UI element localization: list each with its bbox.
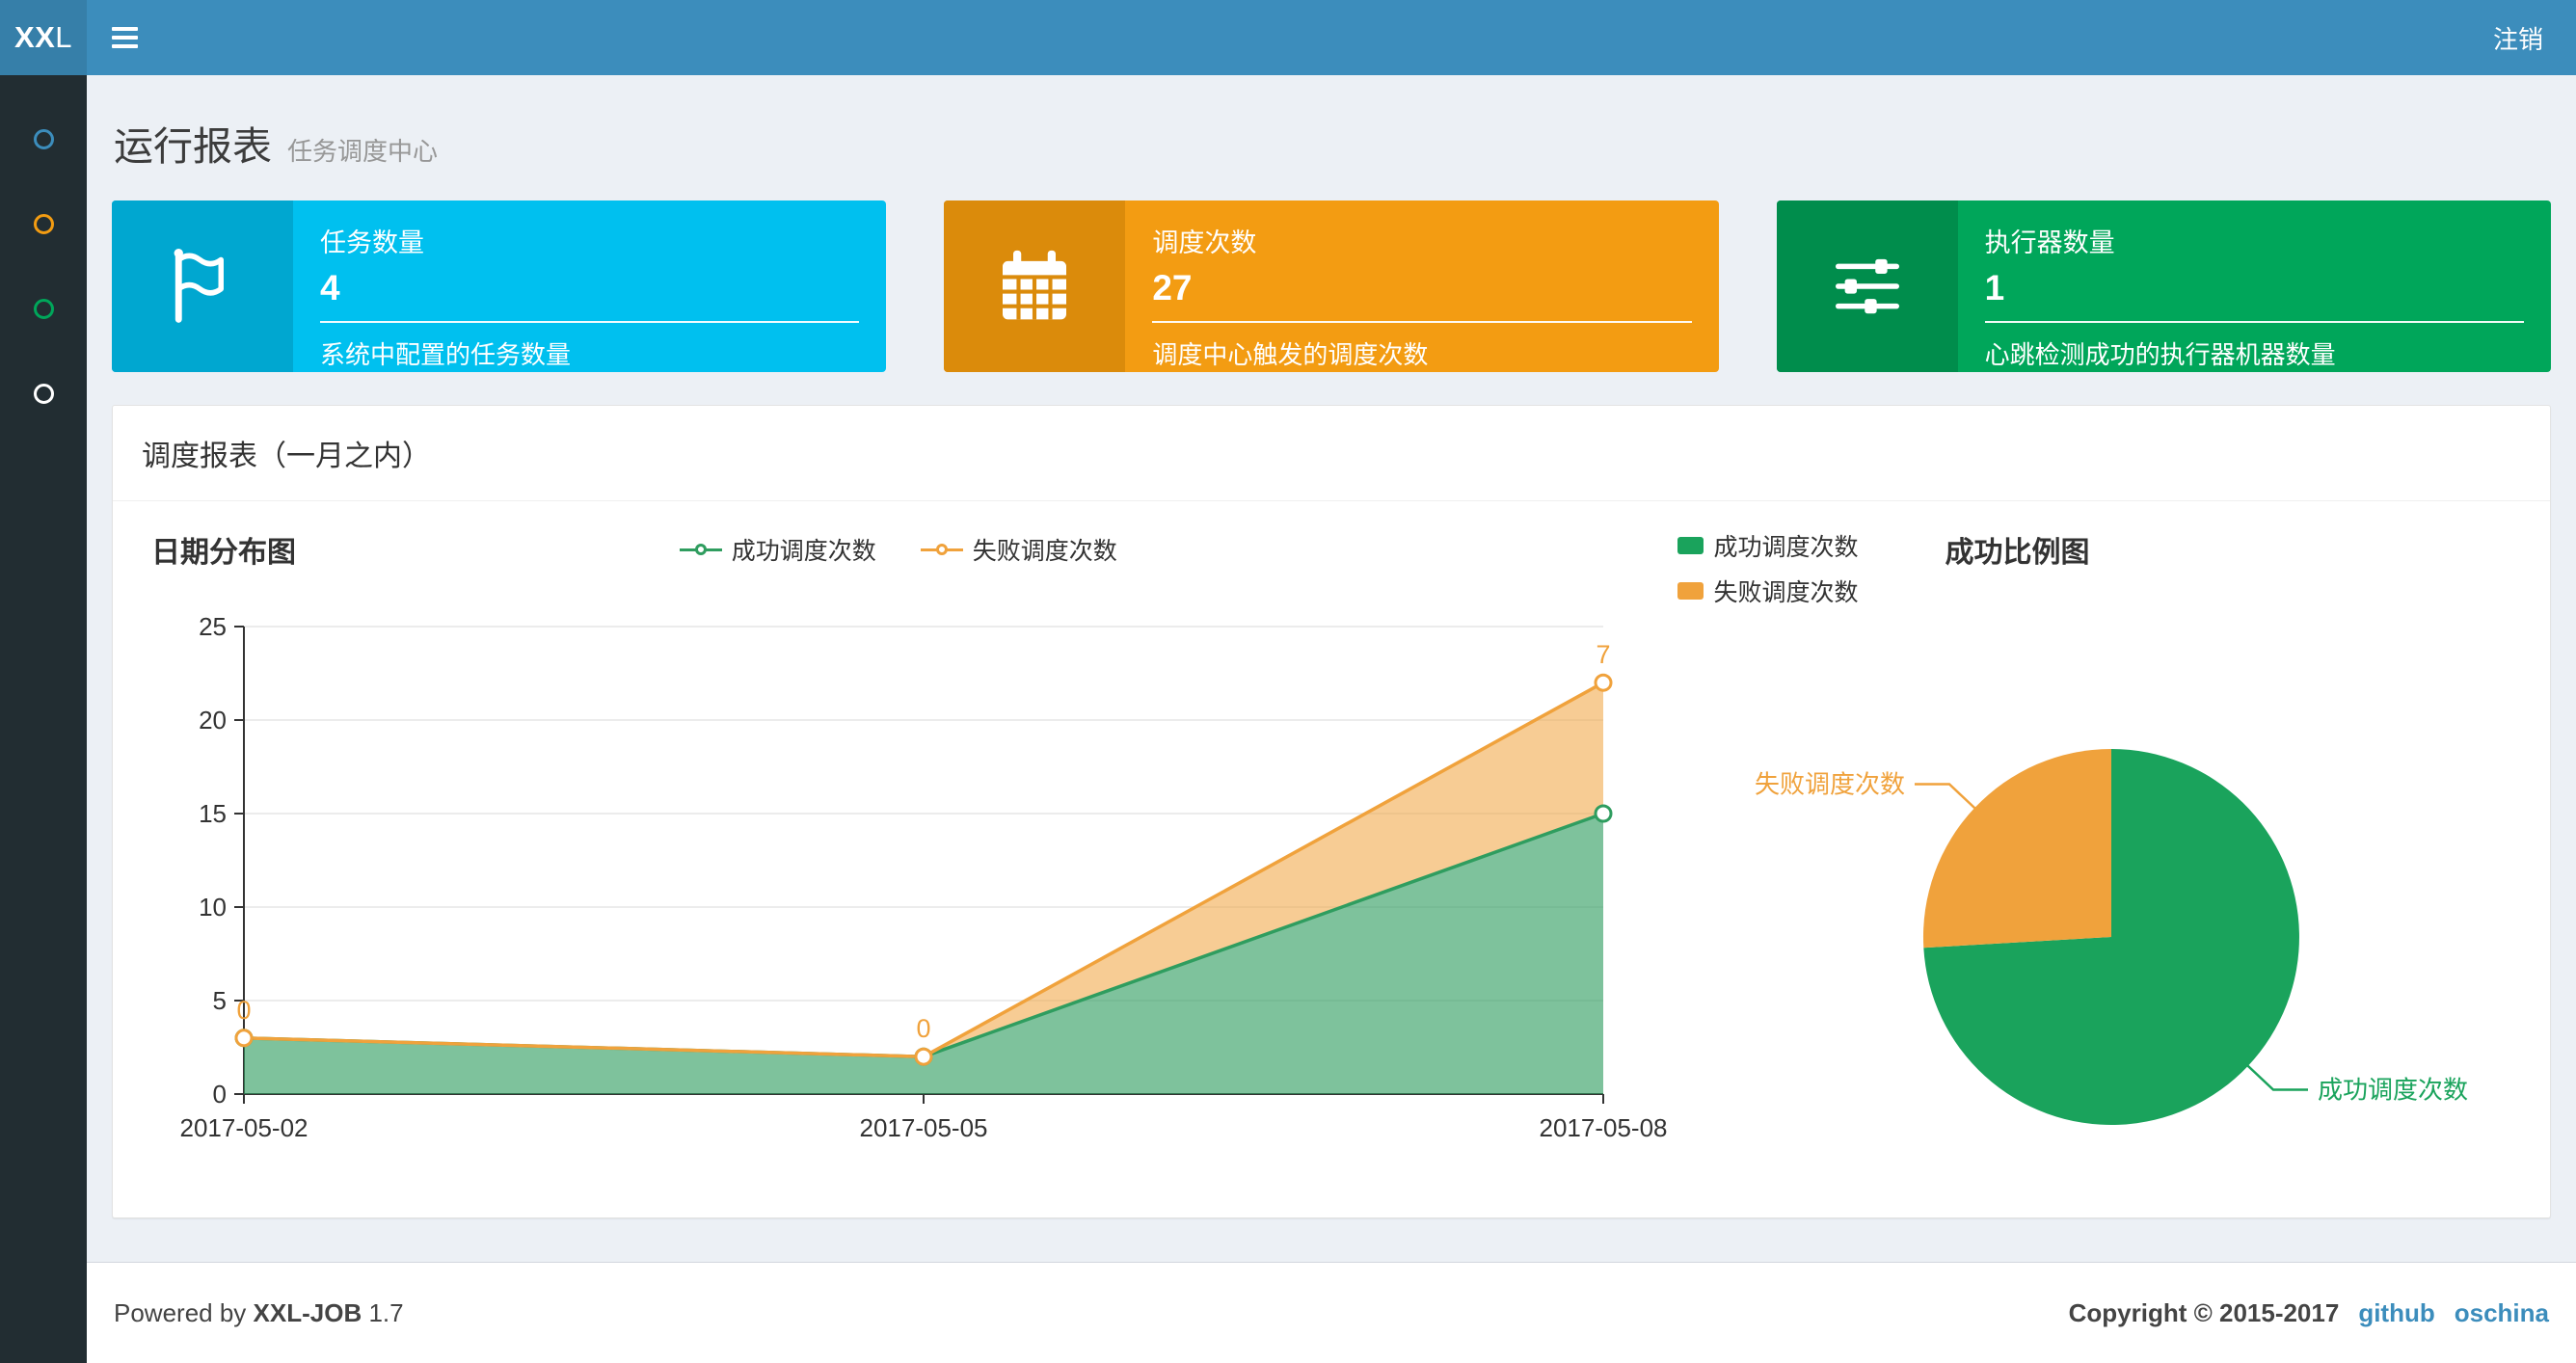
calendar-icon xyxy=(1003,250,1067,320)
line-dot-legend-icon xyxy=(920,541,963,558)
page-title: 运行报表 xyxy=(114,124,272,169)
product-name: XXL-JOB xyxy=(253,1297,362,1327)
app-logo-text: XX xyxy=(13,20,56,54)
square-legend-icon xyxy=(1677,537,1704,554)
sidebar xyxy=(0,75,87,1363)
stat-box-jobs: 任务数量 4 系统中配置的任务数量 xyxy=(112,200,887,372)
date-distribution-chart[interactable]: 05101520252017-05-02 2017-05-05 2017-05-08… xyxy=(128,578,1671,1166)
svg-text:失败调度次数: 失败调度次数 xyxy=(1755,770,1905,799)
footer-right: Copyright © 2015-2017 github oschina xyxy=(2069,1298,2549,1328)
product-version: 1.7 xyxy=(368,1297,404,1327)
navbar-right: 注销 xyxy=(2460,0,2576,75)
svg-text:2017-05-02: 2017-05-02 xyxy=(180,1113,309,1142)
stat-box-value: 4 xyxy=(320,268,340,307)
sidebar-item-2[interactable] xyxy=(0,181,87,266)
stat-box-title: 任务数量 xyxy=(320,228,424,257)
svg-text:2017-05-08: 2017-05-08 xyxy=(1540,1113,1668,1142)
stat-box-value: 27 xyxy=(1152,268,1193,307)
stat-box-icon-area xyxy=(112,200,293,372)
stat-box-icon-area xyxy=(944,200,1126,372)
date-distribution-section: 日期分布图 成功调度次数 失败调度次数 0 5 10 15 20 25 2017… xyxy=(128,528,1668,1183)
circle-o-icon xyxy=(33,298,54,319)
stat-box-icon-area xyxy=(1776,200,1958,372)
page-subtitle: 任务调度中心 xyxy=(287,137,439,166)
sidebar-item-3[interactable] xyxy=(0,266,87,351)
logout-link[interactable]: 注销 xyxy=(2460,0,2576,75)
svg-text:成功调度次数: 成功调度次数 xyxy=(2318,1076,2468,1105)
powered-by: Powered by XXL-JOB 1.7 xyxy=(114,1297,404,1327)
circle-o-icon xyxy=(33,128,54,149)
github-link[interactable]: github xyxy=(2358,1298,2434,1328)
line-dot-legend-icon xyxy=(679,541,722,558)
stat-box-body: 任务数量 4 系统中配置的任务数量 xyxy=(293,200,886,372)
success-ratio-section: 成功调度次数 失败调度次数 成功比例图 成功调度次数 失败调度次数 xyxy=(1668,528,2535,1183)
date-distribution-header: 日期分布图 成功调度次数 失败调度次数 xyxy=(128,528,1668,578)
svg-text:5: 5 xyxy=(213,986,227,1015)
stat-box-caption: 心跳检测成功的执行器机器数量 xyxy=(1984,340,2336,369)
legend-item-success[interactable]: 成功调度次数 xyxy=(679,532,876,567)
top-navbar: XX L 注销 xyxy=(0,0,2576,75)
footer: Powered by XXL-JOB 1.7 Copyright © 2015-… xyxy=(87,1262,2576,1363)
report-panel-title: 调度报表（一月之内） xyxy=(113,406,2550,501)
report-panel-body: 日期分布图 成功调度次数 失败调度次数 0 5 10 15 20 25 2017… xyxy=(113,501,2550,1217)
stat-box-title: 执行器数量 xyxy=(1984,228,2115,257)
sliders-icon xyxy=(1835,258,1899,314)
copyright-text: Copyright © 2015-2017 xyxy=(2068,1297,2340,1327)
stat-box-caption: 调度中心触发的调度次数 xyxy=(1152,340,1429,369)
report-panel: 调度报表（一月之内） 日期分布图 成功调度次数 失败调度次数 0 5 10 15… xyxy=(112,405,2551,1218)
oschina-link[interactable]: oschina xyxy=(2455,1298,2549,1328)
page-header: 运行报表 任务调度中心 xyxy=(112,75,2551,200)
stat-box-executors: 执行器数量 1 心跳检测成功的执行器机器数量 xyxy=(1776,200,2551,372)
stat-box-triggers: 调度次数 27 调度中心触发的调度次数 xyxy=(944,200,1719,372)
line-chart-legend: 成功调度次数 失败调度次数 xyxy=(679,532,1117,567)
legend-item-fail[interactable]: 失败调度次数 xyxy=(920,532,1117,567)
legend-item-success[interactable]: 成功调度次数 xyxy=(1677,528,1858,563)
success-ratio-header: 成功调度次数 失败调度次数 成功比例图 xyxy=(1668,528,2535,608)
svg-text:20: 20 xyxy=(199,706,227,735)
stat-box-body: 执行器数量 1 心跳检测成功的执行器机器数量 xyxy=(1958,200,2551,372)
stat-box-body: 调度次数 27 调度中心触发的调度次数 xyxy=(1125,200,1718,372)
svg-text:2017-05-05: 2017-05-05 xyxy=(860,1113,988,1142)
svg-text:7: 7 xyxy=(1596,640,1610,669)
square-legend-icon xyxy=(1677,582,1704,600)
app-logo[interactable]: XX L xyxy=(0,0,87,75)
stat-box-caption: 系统中配置的任务数量 xyxy=(320,340,572,369)
sidebar-item-4[interactable] xyxy=(0,351,87,436)
legend-label: 成功调度次数 xyxy=(1713,534,1859,561)
hamburger-icon xyxy=(111,27,138,48)
legend-label: 失败调度次数 xyxy=(972,538,1117,565)
svg-text:15: 15 xyxy=(199,799,227,828)
pie-chart-legend: 成功调度次数 失败调度次数 xyxy=(1677,528,1858,608)
stat-box-title: 调度次数 xyxy=(1152,228,1257,257)
legend-label: 失败调度次数 xyxy=(1713,579,1859,606)
content-wrapper: 运行报表 任务调度中心 任务数量 4 系统中配置的任务数量 调度次数 27 调度… xyxy=(0,0,2576,1218)
stat-boxes-row: 任务数量 4 系统中配置的任务数量 调度次数 27 调度中心触发的调度次数 执行… xyxy=(112,200,2551,372)
legend-item-fail[interactable]: 失败调度次数 xyxy=(1677,574,1858,608)
svg-text:0: 0 xyxy=(916,1014,930,1043)
sidebar-item-1[interactable] xyxy=(0,96,87,181)
circle-o-icon xyxy=(33,213,54,234)
date-distribution-title: 日期分布图 xyxy=(151,537,296,569)
svg-text:10: 10 xyxy=(199,893,227,922)
svg-text:25: 25 xyxy=(199,612,227,641)
circle-o-icon xyxy=(33,383,54,404)
success-ratio-title: 成功比例图 xyxy=(1945,537,2090,569)
success-ratio-pie-chart[interactable]: 成功调度次数 失败调度次数 xyxy=(1668,643,2536,1183)
legend-label: 成功调度次数 xyxy=(731,538,876,565)
flag-icon xyxy=(174,248,224,323)
svg-text:0: 0 xyxy=(236,996,251,1025)
svg-text:0: 0 xyxy=(213,1080,227,1109)
sidebar-toggle-button[interactable] xyxy=(87,0,162,75)
stat-box-value: 1 xyxy=(1984,268,2005,307)
